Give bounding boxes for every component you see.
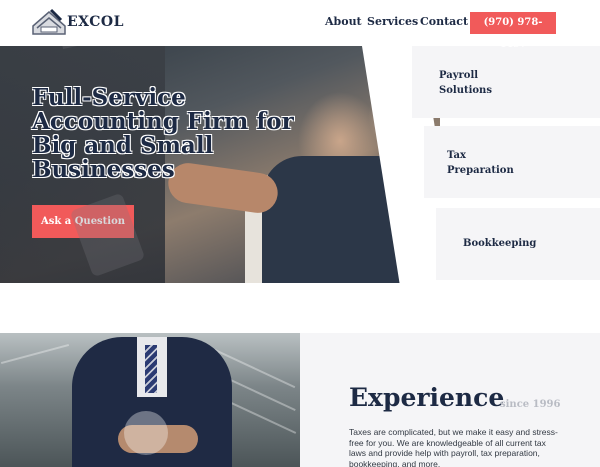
businessman-photo <box>0 333 300 467</box>
ask-question-button[interactable]: Ask a Question <box>32 205 134 238</box>
nav-services[interactable]: Services <box>367 15 418 28</box>
circle-overlay-icon <box>124 411 168 455</box>
logo[interactable]: EXCOL <box>31 6 124 38</box>
service-bookkeeping[interactable]: Bookkeeping <box>436 208 600 280</box>
photo-stair-line <box>0 343 70 365</box>
experience-title: Experience <box>349 383 505 412</box>
hero-title: Full-Service Accounting Firm for Big and… <box>32 84 294 183</box>
service-tax-preparation[interactable]: Tax Preparation <box>424 126 600 198</box>
hero-section: Full-Service Accounting Firm for Big and… <box>0 46 440 283</box>
nav-about[interactable]: About <box>325 15 362 28</box>
experience-panel: Experience since 1996 Taxes are complica… <box>300 333 600 467</box>
nav-contact[interactable]: Contact <box>420 15 468 28</box>
logo-text: EXCOL <box>67 14 124 30</box>
phone-button[interactable]: (970) 978-4497 <box>470 12 556 50</box>
service-payroll[interactable]: Payroll Solutions <box>412 46 600 118</box>
service-label: Tax Preparation <box>447 150 514 176</box>
service-label: Bookkeeping <box>463 238 537 249</box>
experience-since: since 1996 <box>500 399 561 410</box>
photo-person-tie <box>145 345 157 393</box>
experience-body: Taxes are complicated, but we make it ea… <box>349 427 558 467</box>
experience-section: Experience since 1996 Taxes are complica… <box>0 283 600 467</box>
logo-icon <box>32 8 66 35</box>
service-label: Payroll Solutions <box>439 70 492 96</box>
site-header: EXCOL About Services Contact (970) 978-4… <box>0 0 600 50</box>
